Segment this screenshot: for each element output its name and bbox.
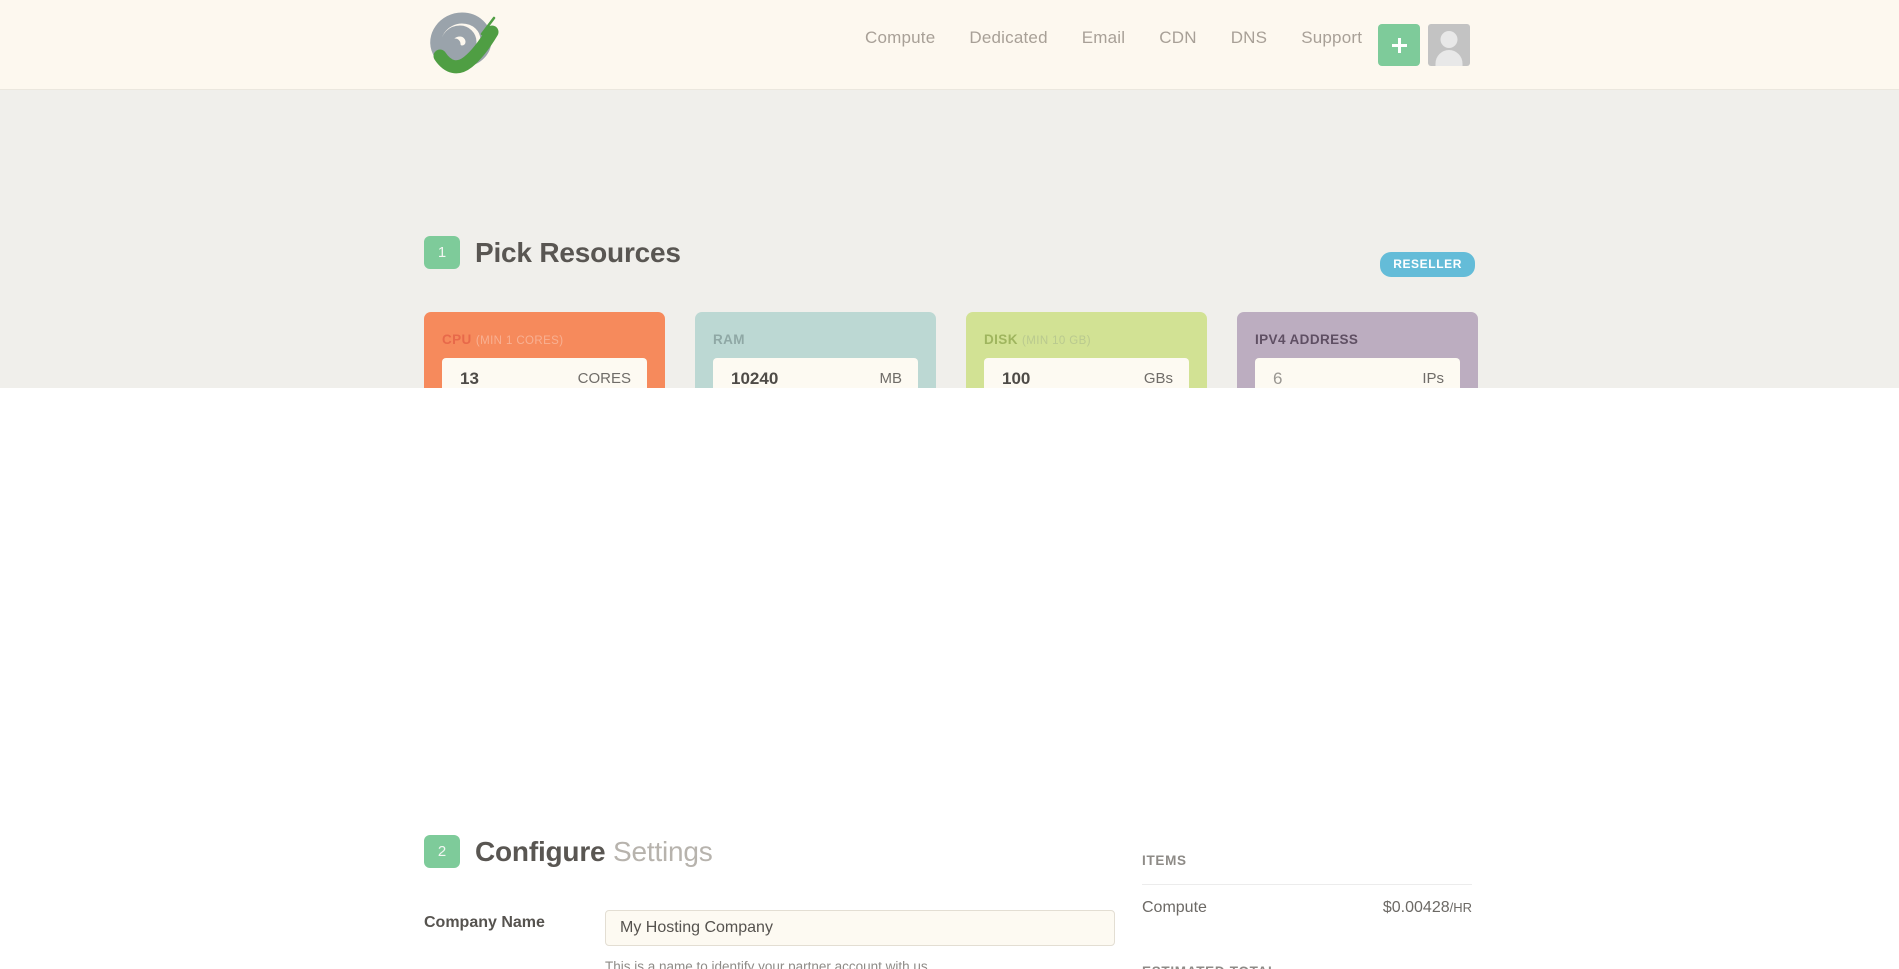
order-summary: ITEMS Compute $0.00428/HR ESTIMATED TOTA… (1142, 853, 1472, 969)
company-logo[interactable] (424, 8, 500, 80)
company-name-help: This is a name to identify your partner … (605, 959, 928, 969)
cpu-unit: CORES (577, 370, 631, 387)
ipv4-value[interactable]: 6 (1273, 369, 1282, 389)
step1-number: 1 (424, 236, 460, 269)
resource-card-disk-label: DISK (MIN 10 GB) (984, 332, 1091, 347)
nav-item-support[interactable]: Support (1284, 28, 1379, 48)
nav-item-cdn[interactable]: CDN (1142, 28, 1213, 48)
nav-item-dedicated[interactable]: Dedicated (952, 28, 1064, 48)
items-heading: ITEMS (1142, 853, 1187, 868)
item-price: $0.00428/HR (1382, 899, 1472, 916)
pick-resources-section: 1 Pick Resources RESELLER CPU (MIN 1 COR… (0, 90, 1899, 429)
add-button[interactable] (1378, 24, 1420, 66)
main-navigation: Compute Dedicated Email CDN DNS Support (848, 28, 1379, 48)
company-name-label: Company Name (424, 914, 545, 931)
estimated-total-heading: ESTIMATED TOTAL (1142, 964, 1472, 969)
configure-section: 2 Configure Settings Company Name This i… (0, 388, 1899, 969)
form-row-company-name: Company Name This is a name to identify … (424, 898, 1116, 969)
cpu-value[interactable]: 13 (460, 369, 479, 389)
plus-icon (1391, 37, 1407, 53)
item-row: Compute $0.00428/HR (1142, 884, 1472, 917)
company-name-input[interactable] (605, 910, 1115, 946)
ipv4-unit: IPs (1422, 370, 1444, 387)
ram-unit: MB (879, 370, 903, 387)
item-name: Compute (1142, 899, 1207, 916)
resource-card-ipv4-label: IPV4 ADDRESS (1255, 332, 1359, 347)
step2-header: 2 Configure Settings (424, 835, 713, 868)
step2-number: 2 (424, 835, 460, 868)
disk-value[interactable]: 100 (1002, 369, 1030, 389)
step2-title: Configure Settings (475, 835, 713, 867)
disk-unit: GBs (1143, 370, 1173, 387)
resource-card-ram-label: RAM (713, 332, 745, 347)
step1-header: 1 Pick Resources (424, 236, 681, 269)
reseller-badge: RESELLER (1380, 252, 1475, 277)
nav-item-compute[interactable]: Compute (848, 28, 952, 48)
resource-card-cpu-label: CPU (MIN 1 CORES) (442, 332, 564, 347)
avatar[interactable] (1428, 24, 1470, 66)
ram-value[interactable]: 10240 (731, 369, 778, 389)
nav-item-dns[interactable]: DNS (1214, 28, 1285, 48)
items-list: Compute $0.00428/HR (1142, 884, 1472, 917)
user-avatar-icon (1440, 31, 1458, 48)
step2-subtitle: Settings (613, 835, 713, 867)
configure-form: Company Name This is a name to identify … (424, 898, 1116, 969)
nav-item-email[interactable]: Email (1065, 28, 1143, 48)
site-header: Compute Dedicated Email CDN DNS Support (0, 0, 1899, 90)
step1-title: Pick Resources (475, 236, 681, 268)
header-actions (1378, 24, 1470, 66)
